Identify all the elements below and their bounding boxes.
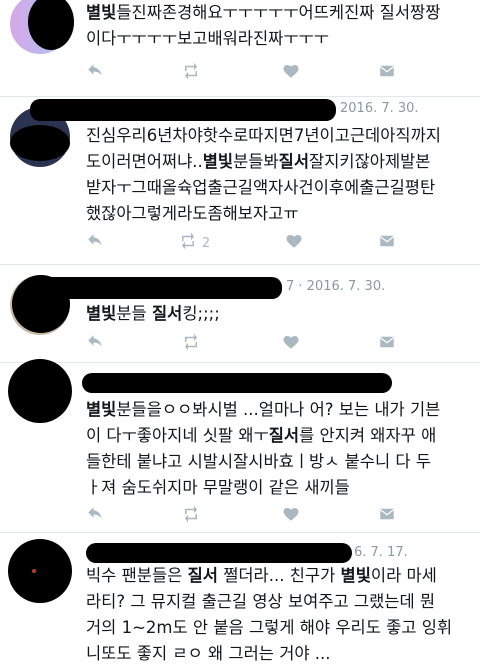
tweet-card[interactable]: 별빛들진짜존경해요ㅜㅜㅜㅜㅜ어뜨케진짜 질서짱짱 이다ㅜㅜㅜㅜ보고배워라진짜ㅜㅜ… — [0, 0, 480, 97]
tweet-text-segment: 분들 — [116, 304, 152, 323]
avatar[interactable] — [8, 359, 72, 423]
reply-icon — [86, 505, 104, 527]
retweet-button[interactable] — [182, 62, 205, 84]
tweet-card[interactable]: 별빛분들을ㅇㅇ봐시벌 ...얼마나 어? 보는 내가 기븐 이 다ㅜ좋아지네 싯… — [0, 359, 480, 533]
like-button[interactable] — [285, 232, 303, 254]
tweet-text-segment: 분들봐 — [233, 152, 279, 171]
highlighted-keyword: 별빛 — [202, 152, 234, 171]
tweet-card[interactable]: 7 · 2016. 7. 30. 별빛분들 질서킹;;;; — [0, 265, 480, 363]
mail-icon — [378, 333, 396, 355]
tweet-text: 별빛들진짜존경해요ㅜㅜㅜㅜㅜ어뜨케진짜 질서짱짱 이다ㅜㅜㅜㅜ보고배워라진짜ㅜㅜ… — [86, 0, 468, 52]
reply-icon — [86, 333, 104, 355]
highlighted-keyword: 질서 — [278, 152, 310, 171]
retweet-icon — [182, 62, 200, 84]
like-button[interactable] — [282, 333, 300, 355]
username-redaction — [30, 99, 336, 121]
tweet-date[interactable]: 7 · 2016. 7. 30. — [286, 279, 385, 301]
tweet-text: 빅수 팬분들은 질서 쩔더라... 친구가 별빛이라 마세 라티? 그 뮤지컬 … — [86, 563, 468, 667]
username-redaction — [40, 277, 282, 299]
tweet-text-segment: 킹;;;; — [182, 304, 220, 323]
retweet-button[interactable] — [182, 505, 205, 527]
retweet-count: 2 — [201, 235, 211, 251]
reply-button[interactable] — [86, 62, 104, 84]
retweet-icon — [182, 505, 200, 527]
dm-button[interactable] — [378, 505, 396, 527]
retweet-icon — [182, 333, 200, 355]
dm-button[interactable] — [378, 62, 396, 84]
retweet-button[interactable] — [182, 333, 205, 355]
username-redaction — [86, 543, 352, 563]
dm-button[interactable] — [378, 232, 396, 254]
reply-button[interactable] — [86, 505, 104, 527]
tweet-text: 별빛분들을ㅇㅇ봐시벌 ...얼마나 어? 보는 내가 기븐 이 다ㅜ좋아지네 싯… — [86, 397, 468, 501]
tweet-text: 진심우리6년차야핫수로따지면7년이고근데아직까지 도이러면어쩌냐..별빛분들봐질… — [86, 123, 468, 227]
highlighted-keyword: 질서 — [268, 426, 300, 445]
retweet-button[interactable]: 2 — [179, 232, 210, 254]
mail-icon — [378, 62, 396, 84]
tweet-text-segment: 들진짜존경해요ㅜㅜㅜㅜㅜ어뜨케진짜 질서짱짱 이다ㅜㅜㅜㅜ보고배워라진짜ㅜㅜㅜ — [86, 3, 441, 48]
tweet-actions — [86, 62, 396, 84]
highlighted-keyword: 별빛 — [340, 566, 371, 585]
dm-button[interactable] — [378, 333, 396, 355]
tweet-text: 별빛분들 질서킹;;;; — [86, 301, 468, 327]
retweet-icon — [179, 232, 197, 254]
highlighted-keyword: 질서 — [187, 566, 218, 585]
highlighted-keyword: 별빛 — [86, 400, 117, 419]
tweet-card[interactable]: 6. 7. 17. 빅수 팬분들은 질서 쩔더라... 친구가 별빛이라 마세 … — [0, 533, 480, 667]
heart-icon — [285, 232, 303, 254]
highlighted-keyword: 별빛 — [86, 3, 117, 22]
username-redaction — [82, 373, 392, 393]
tweet-text-segment: 빅수 팬분들은 — [86, 566, 188, 585]
tweet-text-segment: 쩔더라... 친구가 — [217, 566, 341, 585]
tweet-card[interactable]: 2016. 7. 30. 진심우리6년차야핫수로따지면7년이고근데아직까지 도이… — [0, 97, 480, 265]
tweet-actions — [86, 505, 396, 527]
like-button[interactable] — [282, 62, 300, 84]
avatar[interactable] — [8, 539, 72, 603]
reply-icon — [86, 232, 104, 254]
reply-button[interactable] — [86, 333, 104, 355]
mail-icon — [378, 505, 396, 527]
heart-icon — [282, 333, 300, 355]
tweet-actions: 2 — [86, 232, 396, 254]
reply-button[interactable] — [86, 232, 104, 254]
like-button[interactable] — [282, 505, 300, 527]
avatar[interactable] — [10, 0, 74, 54]
highlighted-keyword: 질서 — [151, 304, 183, 323]
heart-icon — [282, 62, 300, 84]
mail-icon — [378, 232, 396, 254]
tweet-actions — [86, 333, 396, 355]
reply-icon — [86, 62, 104, 84]
highlighted-keyword: 별빛 — [86, 304, 117, 323]
heart-icon — [282, 505, 300, 527]
tweet-date[interactable]: 2016. 7. 30. — [340, 101, 419, 123]
